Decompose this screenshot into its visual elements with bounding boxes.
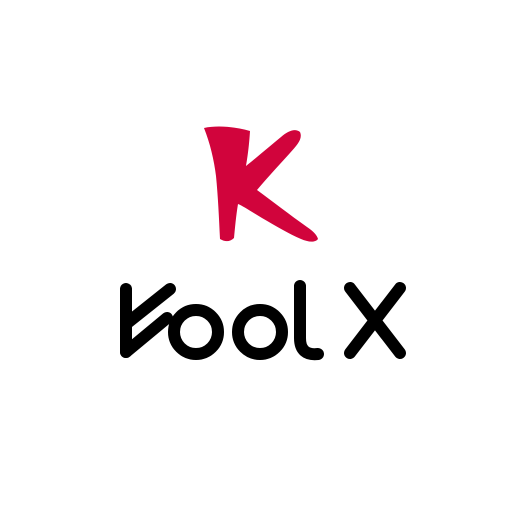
k-mark-icon [204, 126, 318, 242]
wordmark-letter-l [294, 280, 324, 361]
wordmark-letter-o2 [232, 304, 288, 360]
wordmark-koolx [120, 280, 406, 361]
koolx-logo [120, 126, 406, 361]
wordmark-letter-k [120, 283, 176, 358]
wordmark-letter-x [344, 282, 406, 359]
logo-canvas: KoolX [0, 0, 512, 512]
wordmark-letter-o1 [168, 304, 224, 360]
